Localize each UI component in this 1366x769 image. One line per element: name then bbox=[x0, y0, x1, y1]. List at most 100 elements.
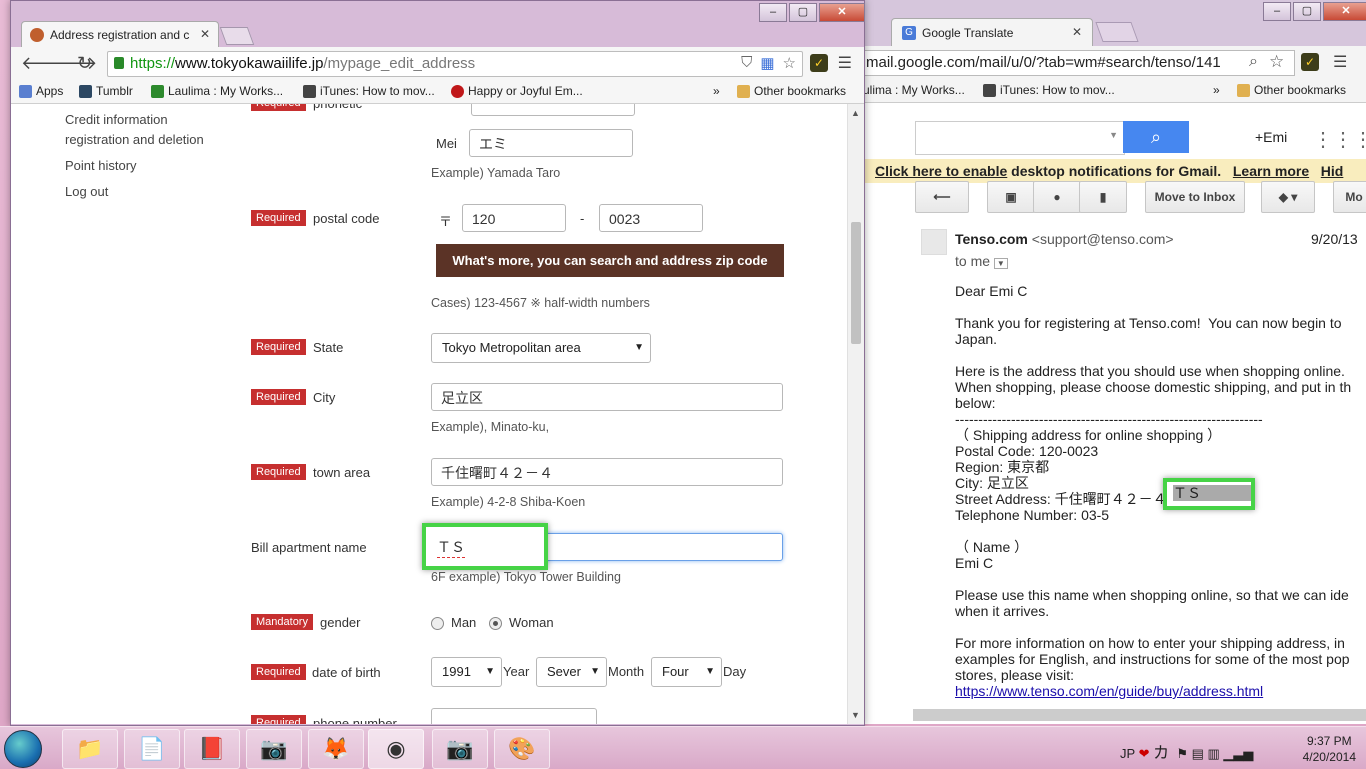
tab-address-registration[interactable]: Address registration and c ✕ bbox=[21, 21, 219, 48]
language-indicator[interactable]: JP bbox=[1120, 746, 1135, 761]
city-input[interactable]: 足立区 bbox=[431, 383, 783, 411]
bookmark-apps[interactable]: Apps bbox=[19, 84, 63, 98]
maximize-button[interactable]: ▢ bbox=[789, 3, 817, 22]
menu-icon[interactable]: ☰ bbox=[838, 53, 852, 73]
more-button[interactable]: Mo bbox=[1333, 181, 1366, 213]
enable-notifications-link[interactable]: Click here to enable bbox=[875, 163, 1007, 179]
bookmark-itunes[interactable]: iTunes: How to mov... bbox=[303, 84, 435, 98]
new-tab-button[interactable] bbox=[1095, 22, 1139, 42]
address-bar[interactable]: mail.google.com/mail/u/0/?tab=wm#search/… bbox=[857, 50, 1295, 76]
camera-icon[interactable]: 📷 bbox=[246, 729, 302, 769]
address-edit-page: Credit information registration and dele… bbox=[11, 104, 864, 724]
other-bookmarks[interactable]: Other bookmarks bbox=[737, 84, 846, 98]
red-circle-icon bbox=[451, 84, 464, 98]
archive-button[interactable]: ▣ bbox=[987, 181, 1035, 213]
start-button[interactable] bbox=[4, 730, 42, 768]
report-spam-button[interactable]: ● bbox=[1033, 181, 1081, 213]
sidebar-item-credit-info[interactable]: Credit information bbox=[65, 112, 168, 127]
scroll-thumb[interactable] bbox=[851, 222, 861, 344]
labels-button[interactable]: ◆ ▾ bbox=[1261, 181, 1315, 213]
other-bookmarks[interactable]: Other bookmarks bbox=[1237, 83, 1346, 97]
details-dropdown-icon[interactable]: ▼ bbox=[993, 258, 1008, 269]
bookmarks-overflow[interactable]: » bbox=[1213, 83, 1220, 97]
extension-icon[interactable]: ✓ bbox=[810, 54, 828, 72]
state-select[interactable]: Tokyo Metropolitan area ▼ bbox=[431, 333, 651, 363]
learn-more-link[interactable]: Learn more bbox=[1233, 163, 1309, 179]
gender-woman-radio[interactable] bbox=[489, 617, 502, 630]
shield-icon[interactable]: ⛉ bbox=[741, 54, 752, 72]
to-me[interactable]: to me ▼ bbox=[955, 253, 1008, 269]
bookmark-happy[interactable]: Happy or Joyful Em... bbox=[451, 84, 583, 98]
trash-icon: ▮ bbox=[1099, 190, 1107, 204]
new-tab-button[interactable] bbox=[219, 27, 255, 45]
star-icon[interactable]: ☆ bbox=[783, 54, 796, 72]
postal-code-first-input[interactable]: 120 bbox=[462, 204, 566, 232]
bookmarks-overflow[interactable]: » bbox=[713, 84, 720, 98]
required-badge: Required bbox=[251, 664, 306, 680]
guide-link[interactable]: https://www.tenso.com/en/guide/buy/addre… bbox=[955, 683, 1263, 699]
tab-close-icon[interactable]: ✕ bbox=[1072, 25, 1082, 39]
bookmark-tumblr[interactable]: Tumblr bbox=[79, 84, 133, 98]
address-bar[interactable]: https://www.tokyokawaiilife.jp/mypage_ed… bbox=[107, 51, 803, 77]
file-explorer-icon[interactable]: 📁 bbox=[62, 729, 118, 769]
scroll-up-icon[interactable]: ▲ bbox=[851, 108, 860, 118]
account-link[interactable]: +Emi bbox=[1255, 129, 1287, 145]
close-window-button[interactable]: ✕ bbox=[819, 3, 865, 22]
apartment-value: ＴＳ bbox=[437, 537, 465, 558]
minimize-button[interactable]: – bbox=[759, 3, 787, 22]
sei-input[interactable] bbox=[471, 104, 635, 116]
gender-man-radio[interactable] bbox=[431, 617, 444, 630]
dob-year-select[interactable]: 1991 ▼ bbox=[431, 657, 502, 687]
menu-icon[interactable]: ☰ bbox=[1333, 52, 1347, 72]
dob-day-select[interactable]: Four ▼ bbox=[651, 657, 722, 687]
sidebar-item-point-history[interactable]: Point history bbox=[65, 158, 137, 173]
zip-search-button[interactable]: What's more, you can search and address … bbox=[436, 244, 784, 277]
ime-mode[interactable]: カ bbox=[1153, 745, 1169, 762]
scroll-down-icon[interactable]: ▼ bbox=[851, 710, 860, 720]
firefox-icon[interactable]: 🦊 bbox=[308, 729, 364, 769]
postal-hint: Cases) 123-4567 ※ half-width numbers bbox=[431, 296, 650, 310]
bookmark-item[interactable]: ulima : My Works... bbox=[863, 83, 965, 97]
extension-icon[interactable]: ✓ bbox=[1301, 53, 1319, 71]
postal-code-second-input[interactable]: 0023 bbox=[599, 204, 703, 232]
sidebar-item-log-out[interactable]: Log out bbox=[65, 184, 108, 199]
paint-icon[interactable]: 🎨 bbox=[494, 729, 550, 769]
tab-google-translate[interactable]: G Google Translate ✕ bbox=[891, 18, 1093, 47]
town-area-input[interactable]: 千住曙町４２－４ bbox=[431, 458, 783, 486]
delete-button[interactable]: ▮ bbox=[1079, 181, 1127, 213]
star-icon[interactable]: ☆ bbox=[1269, 52, 1284, 72]
back-button[interactable]: ⟵ bbox=[915, 181, 969, 213]
bookmark-laulima[interactable]: Laulima : My Works... bbox=[151, 84, 283, 98]
vertical-scrollbar[interactable]: ▲ ▼ bbox=[847, 104, 864, 724]
email-body-line: stores, please visit: bbox=[955, 667, 1075, 683]
apps-grid-icon[interactable]: ⋮⋮⋮ bbox=[1313, 127, 1366, 152]
dob-month-select[interactable]: Sever ▼ bbox=[536, 657, 607, 687]
app-icon[interactable]: 📕 bbox=[184, 729, 240, 769]
postal-mark: 〒 bbox=[439, 214, 453, 229]
city-hint: Example), Minato-ku, bbox=[431, 420, 550, 434]
mei-input[interactable]: エミ bbox=[469, 129, 633, 157]
camera-icon[interactable]: 📷 bbox=[432, 729, 488, 769]
dropdown-arrow-icon[interactable]: ▼ bbox=[1109, 130, 1118, 140]
phone-input[interactable] bbox=[431, 708, 597, 724]
move-to-inbox-button[interactable]: Move to Inbox bbox=[1145, 181, 1245, 213]
postal-dash: - bbox=[580, 211, 585, 226]
ime-icon[interactable]: ❤ bbox=[1139, 746, 1150, 761]
search-icon[interactable]: ⌕ bbox=[1249, 53, 1258, 71]
chrome-icon[interactable]: ◉ bbox=[368, 729, 424, 769]
gmail-search-input[interactable]: ▼ bbox=[915, 121, 1125, 155]
word-icon[interactable]: 📄 bbox=[124, 729, 180, 769]
email-body-line: （ Shipping address for online shopping ） bbox=[955, 427, 1222, 443]
horizontal-scrollbar[interactable] bbox=[913, 709, 1366, 721]
tray-icons[interactable]: ⚑ ▤ ▥ ▁▃▅ bbox=[1173, 746, 1253, 761]
taskbar: 📁 📄 📕 📷 🦊 ◉ 📷 🎨 JP ❤ カ ⚑ ▤ ▥ ▁▃▅ 9:37 PM… bbox=[0, 726, 1366, 769]
sidebar-item-credit-info-2[interactable]: registration and deletion bbox=[65, 132, 204, 147]
hide-link[interactable]: Hid bbox=[1321, 163, 1344, 179]
bookmark-item[interactable]: iTunes: How to mov... bbox=[983, 83, 1115, 97]
banner-text: desktop notifications for Gmail. bbox=[1007, 163, 1222, 179]
reload-icon[interactable]: ↻ bbox=[77, 53, 92, 74]
clock[interactable]: 9:37 PM 4/20/2014 bbox=[1303, 733, 1356, 765]
gmail-search-button[interactable]: ⌕ bbox=[1123, 121, 1189, 153]
tab-close-icon[interactable]: ✕ bbox=[200, 27, 210, 41]
translate-icon[interactable]: ▦ bbox=[760, 54, 774, 72]
